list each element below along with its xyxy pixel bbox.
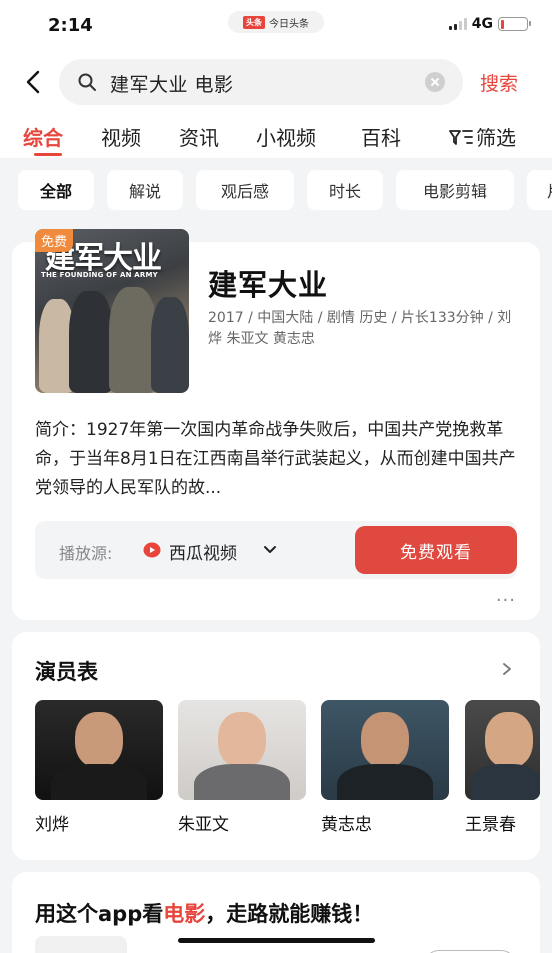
signal-icon [448, 18, 467, 30]
tab-comprehensive[interactable]: 综合 [23, 122, 63, 151]
actor-name: 刘烨 [35, 815, 69, 835]
actor-name: 王景春 [465, 815, 516, 835]
tab-short-video[interactable]: 小视频 [256, 122, 316, 151]
filter-label: 筛选 [476, 126, 516, 150]
play-source-name: 西瓜视频 [169, 544, 237, 564]
chip-more[interactable]: 片 [527, 170, 552, 210]
poster-figure [69, 291, 113, 393]
free-badge: 免费 [35, 229, 74, 252]
actor-item[interactable]: 黄志忠 [321, 700, 449, 835]
actor-photo [321, 700, 449, 800]
chevron-left-icon [26, 70, 40, 94]
chevron-right-icon[interactable] [500, 662, 514, 676]
battery-level [500, 19, 505, 29]
promo-suffix: ，走路就能赚钱！ [205, 902, 374, 926]
filter-button[interactable]: 筛选 [448, 122, 516, 151]
search-query: 建军大业 电影 [110, 74, 234, 96]
chip-movie-clips[interactable]: 电影剪辑 [396, 170, 514, 210]
actor-photo [178, 700, 306, 800]
xigua-video-icon [143, 542, 161, 558]
active-tab-indicator [34, 153, 62, 156]
promo-thumbnail [35, 936, 127, 953]
movie-card: 建军大业 THE FOUNDING OF AN ARMY 免费 建军大业 201… [12, 229, 540, 620]
tab-video[interactable]: 视频 [101, 122, 141, 151]
chip-commentary[interactable]: 解说 [107, 170, 183, 210]
network-type: 4G [471, 16, 493, 32]
clear-icon[interactable] [425, 72, 445, 92]
search-input[interactable]: 建军大业 电影 [59, 59, 463, 105]
status-indicators: 4G [448, 16, 531, 32]
actor-item[interactable]: 朱亚文 [178, 700, 306, 835]
chevron-down-icon [264, 546, 276, 553]
poster-figure [109, 287, 157, 393]
more-options-icon[interactable]: ··· [496, 590, 516, 611]
search-icon [78, 73, 96, 91]
movie-meta: 2017 / 中国大陆 / 剧情 历史 / 片长133分钟 / 刘烨 朱亚文 黄… [208, 310, 512, 347]
app-indicator-pill: 头条 今日头条 [228, 11, 324, 33]
chip-all[interactable]: 全部 [18, 170, 94, 210]
search-header: 建军大业 电影 搜索 [0, 52, 552, 112]
battery-icon [498, 17, 531, 31]
poster-subtitle: THE FOUNDING OF AN ARMY [41, 271, 158, 279]
sub-filter-chips: 全部 解说 观后感 时长 电影剪辑 片 [0, 158, 552, 224]
promo-prefix: 用这个app看 [35, 902, 164, 926]
category-tabs: 综合 视频 资讯 小视频 百科 筛选 [0, 112, 552, 158]
actor-name: 朱亚文 [178, 815, 229, 835]
app-badge: 头条 [243, 15, 265, 29]
movie-title[interactable]: 建军大业 [208, 262, 328, 304]
status-bar: 2:14 头条 今日头条 4G [0, 0, 552, 52]
home-indicator[interactable] [178, 938, 375, 943]
search-button[interactable]: 搜索 [480, 69, 518, 96]
tab-encyclopedia[interactable]: 百科 [361, 122, 401, 151]
play-source-label: 播放源: [59, 544, 113, 563]
promo-text: 用这个app看电影，走路就能赚钱！ [35, 898, 373, 928]
free-watch-button[interactable]: 免费观看 [355, 526, 517, 574]
actor-photo [35, 700, 163, 800]
movie-poster[interactable]: 建军大业 THE FOUNDING OF AN ARMY 免费 [35, 229, 189, 393]
actor-name: 黄志忠 [321, 815, 372, 835]
cast-card: 演员表 刘烨 朱亚文 黄志忠 王景春 [12, 632, 540, 860]
poster-figure [151, 297, 189, 393]
tab-news[interactable]: 资讯 [179, 122, 219, 151]
actor-photo [465, 700, 540, 800]
chip-review[interactable]: 观后感 [196, 170, 294, 210]
actor-item[interactable]: 王景春 [465, 700, 540, 835]
promo-highlight: 电影 [163, 902, 206, 926]
cast-title: 演员表 [35, 660, 98, 684]
app-name: 今日头条 [269, 18, 309, 30]
play-source-bar: 播放源: 西瓜视频 免费观看 [35, 521, 517, 579]
back-button[interactable] [20, 68, 48, 96]
actor-item[interactable]: 刘烨 [35, 700, 163, 835]
movie-synopsis[interactable]: 简介：1927年第一次国内革命战争失败后，中国共产党挽救革命，于当年8月1日在江… [35, 416, 521, 503]
chip-duration[interactable]: 时长 [307, 170, 383, 210]
filter-icon [449, 129, 473, 145]
status-time: 2:14 [48, 15, 93, 36]
